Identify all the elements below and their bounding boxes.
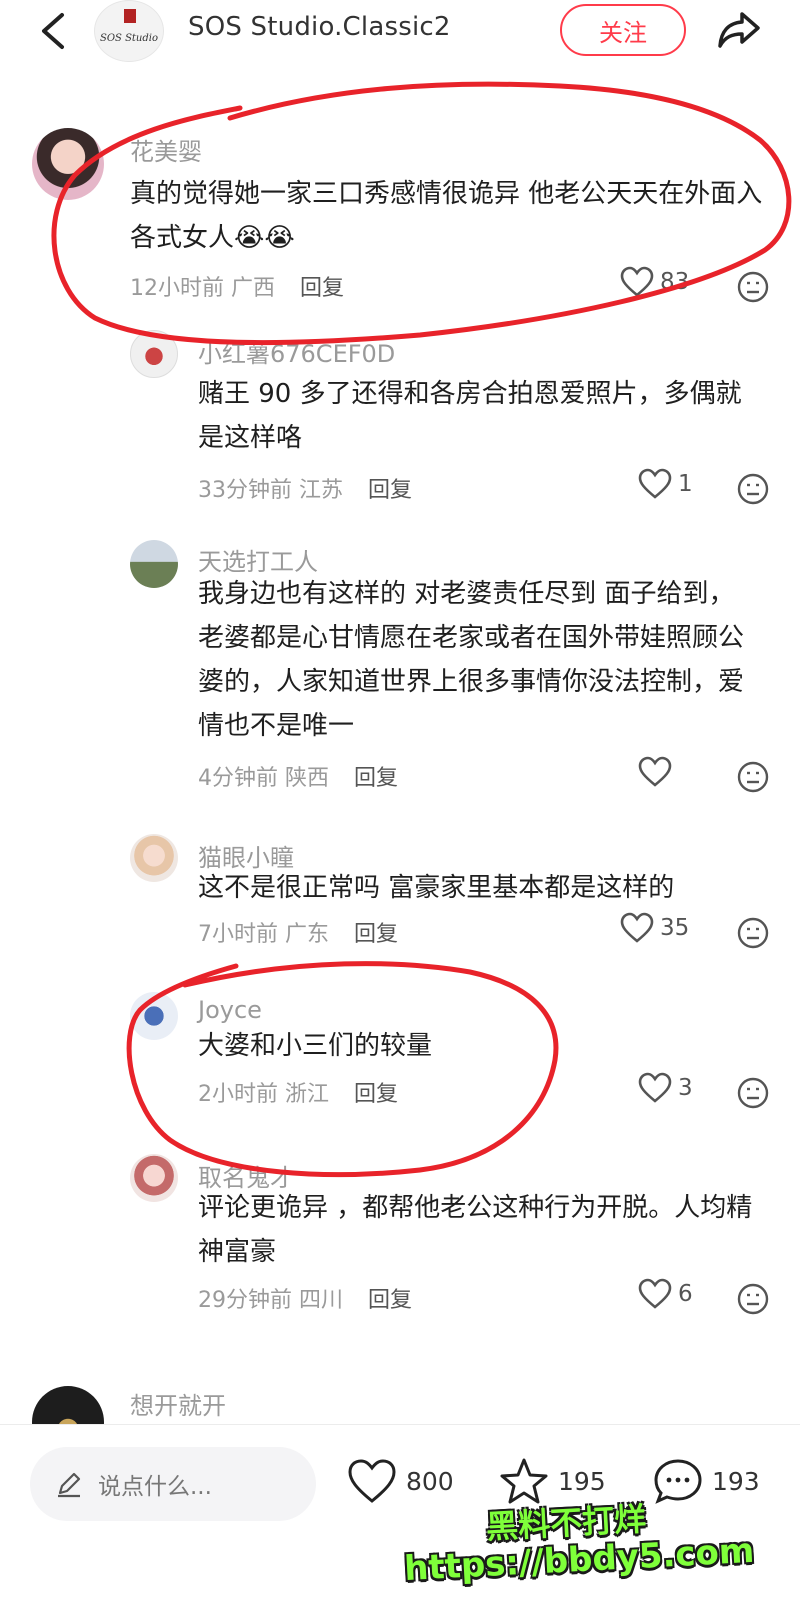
heart-icon — [638, 1072, 672, 1103]
comment-meta: 4分钟前 陕西 回复 — [198, 760, 398, 792]
heart-icon — [348, 1459, 396, 1503]
reply-button[interactable]: 回复 — [354, 1082, 398, 1107]
like-button[interactable]: 1 — [638, 468, 693, 500]
like-count: 3 — [678, 1075, 693, 1101]
comment-input[interactable]: 说点什么... — [30, 1447, 316, 1521]
comment-text: 这不是很正常吗 富豪家里基本都是这样的 — [198, 873, 675, 903]
comment-meta: 12小时前 广西 回复 — [130, 270, 344, 302]
post-like-count: 800 — [406, 1466, 454, 1496]
comment-item: 想开就开 — [0, 1386, 800, 1424]
comment-item: 花美婴 真的觉得她一家三口秀感情很诡异 他老公天天在外面入各式女人😭😭 12小时… — [0, 120, 800, 310]
comment-author[interactable]: 花美婴 — [130, 132, 202, 167]
comment-text: 我身边也有这样的 对老婆责任尽到 面子给到，老婆都是心甘情愿在老家或者在国外带娃… — [198, 579, 745, 741]
like-count: 6 — [678, 1281, 693, 1307]
comment-location: 广东 — [285, 922, 330, 947]
comment-location: 四川 — [299, 1288, 344, 1313]
reply-button[interactable]: 回复 — [368, 1288, 412, 1313]
dislike-icon[interactable] — [736, 1282, 770, 1316]
like-count: 1 — [678, 471, 693, 497]
avatar[interactable] — [32, 128, 104, 200]
like-count: 83 — [660, 269, 690, 295]
comment-time: 12小时前 — [130, 276, 224, 301]
heart-icon — [638, 1278, 672, 1309]
comment-location: 浙江 — [285, 1082, 330, 1107]
dislike-icon[interactable] — [736, 760, 770, 794]
comment-item: 取名鬼才 评论更诡异 ，都帮他老公这种行为开脱。人均精神富豪 29分钟前 四川 … — [0, 1154, 800, 1334]
reply-button[interactable]: 回复 — [354, 766, 398, 791]
comment-location: 陕西 — [285, 766, 330, 791]
comment-meta: 2小时前 浙江 回复 — [198, 1076, 398, 1108]
comment-time: 7小时前 — [198, 922, 278, 947]
reply-button[interactable]: 回复 — [300, 276, 344, 301]
logo-mark-icon — [124, 9, 136, 23]
like-button[interactable]: 83 — [620, 266, 689, 298]
logo-text: SOS Studio — [99, 32, 158, 44]
back-arrow-icon[interactable] — [34, 10, 74, 52]
share-icon[interactable] — [714, 8, 764, 52]
dislike-icon[interactable] — [736, 270, 770, 304]
dislike-icon[interactable] — [736, 472, 770, 506]
comment-input-placeholder: 说点什么... — [98, 1474, 212, 1500]
pencil-icon — [58, 1472, 81, 1498]
avatar[interactable] — [130, 330, 178, 378]
comment-text: 评论更诡异 ，都帮他老公这种行为开脱。人均精神富豪 — [198, 1193, 753, 1267]
avatar[interactable] — [32, 1386, 104, 1424]
like-count: 35 — [660, 915, 690, 941]
author-avatar[interactable]: SOS Studio — [94, 0, 164, 62]
reply-button[interactable]: 回复 — [368, 478, 412, 503]
post-comment-count: 193 — [712, 1466, 760, 1496]
avatar[interactable] — [130, 540, 178, 588]
comment-meta: 33分钟前 江苏 回复 — [198, 472, 412, 504]
avatar[interactable] — [130, 1154, 178, 1202]
comment-location: 广西 — [231, 276, 276, 301]
follow-button[interactable]: 关注 — [560, 4, 686, 56]
like-button[interactable] — [638, 756, 678, 788]
heart-icon — [638, 756, 672, 787]
comment-text: 赌王 90 多了还得和各房合拍恩爱照片，多偶就是这样咯 — [198, 379, 742, 453]
comment-text: 真的觉得她一家三口秀感情很诡异 他老公天天在外面入各式女人😭😭 — [130, 179, 763, 253]
comment-item: 小红薯676CEF0D 赌王 90 多了还得和各房合拍恩爱照片，多偶就是这样咯 … — [0, 326, 800, 506]
comment-meta: 7小时前 广东 回复 — [198, 916, 398, 948]
dislike-icon[interactable] — [736, 916, 770, 950]
comment-meta: 29分钟前 四川 回复 — [198, 1282, 412, 1314]
comment-item: 猫眼小瞳 这不是很正常吗 富豪家里基本都是这样的 7小时前 广东 回复 35 — [0, 834, 800, 964]
comment-text: 大婆和小三们的较量 — [198, 1031, 433, 1061]
like-button[interactable]: 3 — [638, 1072, 693, 1104]
like-post-button[interactable]: 800 — [346, 1457, 454, 1505]
top-bar: SOS Studio SOS Studio.Classic2 关注 — [0, 0, 800, 62]
like-button[interactable]: 6 — [638, 1278, 693, 1310]
comments-button[interactable]: 193 — [652, 1457, 760, 1505]
comment-time: 33分钟前 — [198, 478, 292, 503]
heart-icon — [620, 912, 654, 943]
comment-location: 江苏 — [299, 478, 344, 503]
post-favorite-count: 195 — [558, 1466, 606, 1496]
dislike-icon[interactable] — [736, 1076, 770, 1110]
comment-author[interactable]: 想开就开 — [130, 1386, 226, 1421]
like-button[interactable]: 35 — [620, 912, 689, 944]
heart-icon — [638, 468, 672, 499]
reply-button[interactable]: 回复 — [354, 922, 398, 947]
comment-item: Joyce 大婆和小三们的较量 2小时前 浙江 回复 3 — [0, 992, 800, 1122]
comment-time: 2小时前 — [198, 1082, 278, 1107]
author-name[interactable]: SOS Studio.Classic2 — [188, 12, 451, 42]
avatar[interactable] — [130, 834, 178, 882]
comment-time: 4分钟前 — [198, 766, 278, 791]
bottom-bar: 说点什么... 800 195 193 — [0, 1425, 800, 1608]
comment-author[interactable]: 小红薯676CEF0D — [198, 334, 395, 369]
comment-bubble-icon — [654, 1459, 702, 1504]
star-icon — [500, 1458, 548, 1504]
heart-icon — [620, 266, 654, 297]
comment-time: 29分钟前 — [198, 1288, 292, 1313]
avatar[interactable] — [130, 992, 178, 1040]
comment-item: 天选打工人 我身边也有这样的 对老婆责任尽到 面子给到，老婆都是心甘情愿在老家或… — [0, 540, 800, 810]
comment-author[interactable]: Joyce — [198, 996, 262, 1024]
